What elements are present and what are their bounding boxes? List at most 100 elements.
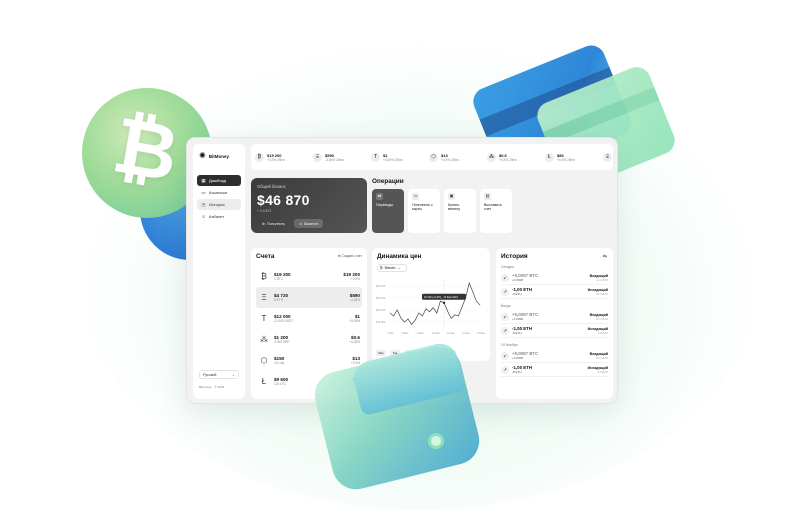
account-rate: $1 +0,05% — [349, 314, 360, 323]
ticker-item[interactable]: Ł $80 +0,3% 24hrs — [545, 152, 603, 162]
transaction-row[interactable]: ↗ -1,00 ETH -8 ETH Исходящий 9:02PM — [501, 324, 608, 338]
data-point — [447, 310, 448, 312]
transaction-meta: Входящий 10:14PM — [590, 313, 608, 321]
transaction-time: 9:02PM — [597, 330, 608, 335]
transaction-row[interactable]: ↗ -1,00 ETH -8 ETH Исходящий 11:02PM — [501, 285, 608, 299]
ticker-item[interactable]: Ξ $590 -3,36% 24hrs — [313, 152, 371, 162]
ticker-text: $80 +0,3% 24hrs — [557, 153, 575, 162]
ticker-item[interactable]: Ξ$6..+0,3% — [603, 152, 613, 162]
ticker-item[interactable]: ₿ $19 200 +0,3% 24hrs — [255, 152, 313, 162]
create-account-label: Создать счет — [341, 254, 362, 258]
transaction-meta: Входящий 10:14PM — [590, 352, 608, 360]
x-tick-label: 9 Фев — [417, 332, 424, 335]
ticker-change: +0,3% 24hrs — [441, 157, 459, 162]
withdraw-button[interactable]: ⊙ Вывести — [294, 219, 324, 228]
withdraw-label: Вывести — [304, 221, 319, 226]
coin-icon: Ł — [261, 377, 267, 386]
transaction-type: Исходящий — [587, 365, 608, 370]
account-row[interactable]: Ξ $4 720 8 ETH $590 -3,26% — [256, 287, 362, 308]
transaction-type: Входящий — [589, 273, 608, 278]
balance-change: + 3,6 $72 — [257, 209, 272, 213]
data-point — [393, 315, 394, 317]
operations-title: Операции — [372, 178, 404, 185]
transaction-type: Входящий — [589, 351, 608, 356]
arrow-up-right-icon: ↗ — [501, 287, 509, 296]
x-tick-label: 11 Фев — [447, 332, 455, 335]
operations-list: ⇄ Переводы ▭ Пополнить с карты ▣ Купить … — [372, 189, 512, 233]
app-logo[interactable]: ✺ BitMoney — [199, 152, 229, 160]
ticker-change: +0,05% 24hrs — [383, 157, 403, 162]
wallet-button-decor — [428, 433, 444, 449]
account-info: $12 000 12 000 USDT — [274, 314, 349, 323]
dynamics-title: Динамика цен — [377, 253, 422, 260]
sidebar-item-history[interactable]: ◷ История — [197, 199, 241, 210]
coin-icon: ⬡ — [429, 152, 438, 162]
topup-button[interactable]: ⊕ Пополнить — [257, 219, 290, 228]
transaction-sub: +3 000₽ — [512, 278, 524, 282]
history-list: Сегодня ↙ +0,0057 BTC +3 000₽ Входящий 11:14P… — [501, 265, 608, 377]
coin-icon: ⁂ — [260, 335, 268, 344]
account-change: +0,05% — [349, 319, 360, 323]
transaction-row[interactable]: ↙ +0,0057 BTC +3 000₽ Входящий 10:14PM — [501, 310, 608, 324]
transaction-row[interactable]: ↙ +0,0057 BTC +3 000₽ Входящий 11:14PM — [501, 271, 608, 285]
data-point — [422, 315, 423, 317]
ticker-item[interactable]: T $1 +0,05% 24hrs — [371, 152, 429, 162]
operation-topup-card[interactable]: ▭ Пополнить с карты — [408, 189, 440, 233]
coin-select-value: Bitcoin — [384, 266, 396, 270]
language-select[interactable]: Русский ⌄ — [199, 370, 239, 379]
account-row[interactable]: ⁂ $1 200 2 000 XRP $0.6 +4,28% — [256, 329, 362, 350]
sidebar-item-label: Кабинет — [209, 214, 225, 219]
operation-invoice[interactable]: ▤ Выставить счет — [480, 189, 512, 233]
coin-select[interactable]: ₿ Bitcoin ⌄ — [377, 264, 407, 272]
operation-label: Переводы — [376, 203, 394, 207]
operation-transfers[interactable]: ⇄ Переводы — [372, 189, 404, 233]
transaction-row[interactable]: ↙ +0,0057 BTC +3 000₽ Входящий 10:14PM — [501, 349, 608, 363]
period-button[interactable]: Мес — [376, 350, 386, 356]
coin-icon: ⁂ — [487, 152, 496, 162]
price-chart[interactable]: $20 400 $20 200 $20 000 $19 800 7 Фев 8 Фев 9 … — [376, 276, 486, 338]
data-point — [389, 312, 391, 314]
history-day-label: Вчера — [501, 304, 511, 308]
x-tick-label: 12 Фев — [462, 332, 470, 335]
ticker-item[interactable]: ⬡ $13 +0,3% 24hrs — [429, 152, 487, 162]
user-icon: ☺ — [201, 214, 206, 219]
account-holdings: 12 Link — [274, 361, 285, 365]
transaction-meta: Входящий 11:14PM — [590, 274, 608, 282]
transaction-sub: -8 ETH — [512, 370, 522, 374]
account-row[interactable]: ₿ $19 200 1 BTC $19 200 +0,3% — [256, 266, 362, 287]
data-point — [468, 282, 470, 284]
sidebar-item-cabinet[interactable]: ☺ Кабинет — [197, 211, 241, 222]
account-rate: $590 -3,26% — [350, 293, 360, 302]
operation-label: Пополнить с карты — [412, 203, 433, 212]
ticker-item[interactable]: ⁂ $0.6 +0,3% 24hrs — [487, 152, 545, 162]
coin-icon: ₿ — [255, 152, 264, 162]
copyright-year: © 2024 — [214, 385, 225, 389]
account-info: $1 200 2 000 XRP — [274, 335, 349, 344]
sparkle-icon: ✺ — [199, 151, 206, 160]
price-line — [389, 281, 481, 325]
operation-buy-currency[interactable]: ▣ Купить валюту — [444, 189, 476, 233]
transaction-type: Входящий — [589, 312, 608, 317]
chevron-down-icon: ⌄ — [231, 372, 235, 377]
transfer-icon: ⇄ — [376, 193, 383, 200]
data-point — [400, 317, 402, 319]
coin-icon: T — [371, 152, 380, 162]
total-balance-card: Общий баланс $46 870 + 3,6 $72 ⊕ Пополни… — [251, 178, 367, 233]
transaction-time: 11:14PM — [596, 277, 608, 282]
account-rate: $19 200 +0,3% — [343, 272, 360, 281]
transaction-row[interactable]: ↗ -1,00 ETH -8 ETH Исходящий 8:02PM — [501, 363, 608, 377]
account-row[interactable]: T $12 000 12 000 USDT $1 +0,05% — [256, 308, 362, 329]
filter-icon[interactable]: ⇆ — [603, 254, 607, 260]
data-point — [440, 300, 441, 302]
arrow-up-icon: ⊙ — [299, 221, 303, 226]
data-point — [436, 312, 438, 314]
create-account-button[interactable]: ⊕ Создать счет — [338, 254, 362, 258]
coin-icon: Ξ — [603, 152, 612, 162]
sidebar-item-label: Кошельки — [209, 190, 228, 195]
ticker-change: +0,3% 24hrs — [499, 157, 517, 162]
sidebar-item-wallets[interactable]: ▭ Кошельки — [197, 187, 241, 198]
data-point — [461, 306, 463, 308]
x-tick-label: 8 Фев — [402, 332, 409, 335]
account-change: -3,26% — [349, 298, 360, 302]
sidebar-item-dashboard[interactable]: ▦ Дашборд — [197, 175, 241, 186]
